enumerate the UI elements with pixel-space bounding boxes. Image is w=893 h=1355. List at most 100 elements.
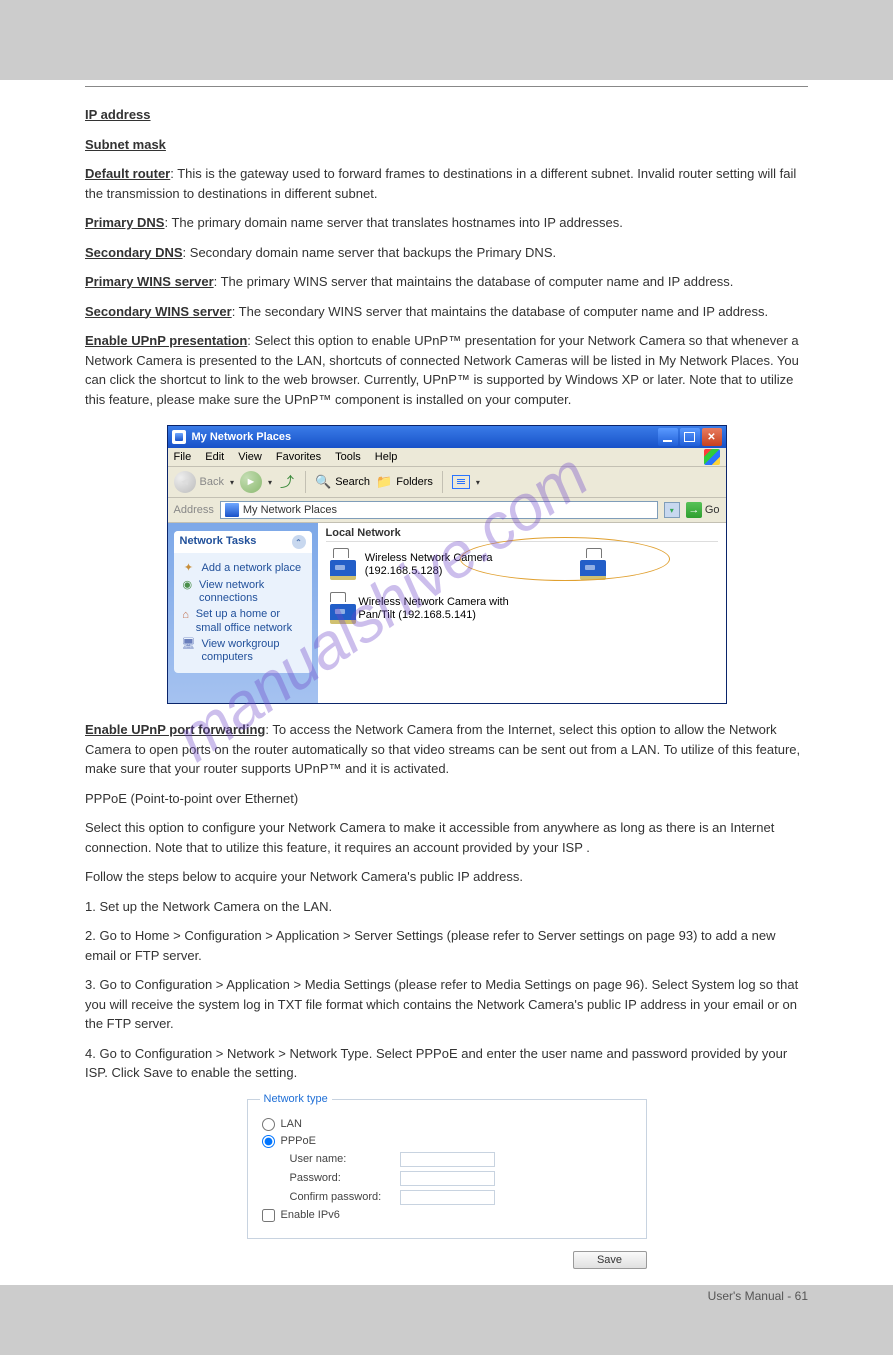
up-folder-icon: ⤴	[278, 473, 296, 491]
maximize-button[interactable]	[680, 428, 700, 446]
connections-icon: ◉	[182, 579, 194, 593]
enable-portfwd-line: Enable UPnP port forwarding: To access t…	[85, 720, 808, 779]
windows-logo-icon	[704, 449, 722, 467]
enable-upnp-line: Enable UPnP presentation: Select this op…	[85, 331, 808, 409]
menu-edit[interactable]: Edit	[205, 451, 224, 463]
address-value: My Network Places	[243, 504, 337, 516]
subnet-mask-label: Subnet mask	[85, 137, 166, 152]
back-caret-icon: ▾	[230, 478, 234, 487]
go-button[interactable]: → Go	[686, 502, 720, 518]
subnet-mask-line: Subnet mask	[85, 135, 808, 155]
primary-dns-desc: : The primary domain name server that tr…	[164, 215, 622, 230]
task-view-connections[interactable]: ◉ View network connections	[182, 579, 304, 605]
task-setup-network[interactable]: ⌂ Set up a home or small office network	[182, 608, 304, 634]
task-workgroup-label: View workgroup computers	[201, 638, 303, 664]
pppoe-heading: PPPoE (Point-to-point over Ethernet)	[85, 791, 298, 806]
password-input[interactable]	[400, 1171, 495, 1186]
task-pane: Network Tasks ⌃ ✦Add a network place ◉ Vi…	[168, 523, 318, 703]
primary-wins-label: Primary WINS server	[85, 274, 214, 289]
menu-favorites[interactable]: Favorites	[276, 451, 321, 463]
task-setup-label: Set up a home or small office network	[196, 608, 304, 634]
back-button[interactable]: ◄ Back ▾	[174, 471, 234, 493]
folder-icon: 📁	[376, 474, 392, 490]
up-button[interactable]: ⤴	[278, 473, 296, 491]
primary-dns-line: Primary DNS: The primary domain name ser…	[85, 213, 808, 233]
forward-button[interactable]: ► ▾	[240, 471, 272, 493]
confirm-password-input[interactable]	[400, 1190, 495, 1205]
confirm-password-row: Confirm password:	[262, 1190, 632, 1205]
camera-icon-2	[576, 548, 612, 582]
footer-band: User's Manual - 61	[0, 1285, 893, 1355]
pppoe-heading-line: PPPoE (Point-to-point over Ethernet)	[85, 789, 808, 809]
menu-tools[interactable]: Tools	[335, 451, 361, 463]
menu-file[interactable]: File	[174, 451, 192, 463]
ipv6-label: Enable IPv6	[281, 1209, 340, 1221]
camera-icon-3	[326, 592, 351, 626]
device-camera-2[interactable]: Wireless Network Camera with Pan/Tilt (1…	[326, 592, 546, 626]
forward-arrow-icon: ►	[240, 471, 262, 493]
secondary-dns-label: Secondary DNS	[85, 245, 183, 260]
task-add-label: Add a network place	[202, 562, 302, 576]
xp-addressbar: Address My Network Places ▾ → Go	[168, 498, 726, 523]
xp-window-title: My Network Places	[192, 431, 656, 443]
task-add-place[interactable]: ✦Add a network place	[182, 562, 304, 576]
xp-menubar: File Edit View Favorites Tools Help	[168, 448, 726, 467]
device-unlabeled[interactable]	[576, 548, 626, 582]
close-button[interactable]	[702, 428, 722, 446]
network-type-legend: Network type	[260, 1093, 332, 1105]
search-button[interactable]: 🔍 Search	[315, 474, 370, 490]
pppoe-step-1: 1. Set up the Network Camera on the LAN.	[85, 897, 808, 917]
task-workgroup[interactable]: 🖥View workgroup computers	[182, 638, 304, 664]
pppoe-steps-intro: Follow the steps below to acquire your N…	[85, 867, 808, 887]
home-network-icon: ⌂	[182, 608, 190, 622]
lan-radio[interactable]	[262, 1118, 275, 1131]
go-label: Go	[705, 504, 720, 516]
primary-wins-line: Primary WINS server: The primary WINS se…	[85, 272, 808, 292]
address-label: Address	[174, 504, 214, 516]
pppoe-desc: Select this option to configure your Net…	[85, 818, 808, 857]
views-button[interactable]: ▾	[452, 475, 480, 489]
pppoe-radio[interactable]	[262, 1135, 275, 1148]
folders-label: Folders	[396, 476, 433, 488]
address-dropdown-icon[interactable]: ▾	[664, 502, 680, 518]
ipv6-row[interactable]: Enable IPv6	[262, 1209, 632, 1222]
collapse-icon: ⌃	[292, 535, 306, 549]
xp-titlebar[interactable]: My Network Places	[168, 426, 726, 448]
enable-upnp-label: Enable UPnP presentation	[85, 333, 247, 348]
search-label: Search	[335, 476, 370, 488]
secondary-wins-desc: : The secondary WINS server that maintai…	[232, 304, 768, 319]
views-icon	[452, 475, 470, 489]
address-field[interactable]: My Network Places	[220, 501, 658, 519]
pppoe-step-4: 4. Go to Configuration > Network > Netwo…	[85, 1044, 808, 1083]
header-band	[0, 0, 893, 80]
secondary-dns-desc: : Secondary domain name server that back…	[183, 245, 557, 260]
footer-page-number: User's Manual - 61	[708, 1289, 808, 1303]
username-input[interactable]	[400, 1152, 495, 1167]
xp-toolbar: ◄ Back ▾ ► ▾ ⤴ 🔍 Search	[168, 467, 726, 498]
menu-view[interactable]: View	[238, 451, 262, 463]
views-caret-icon: ▾	[476, 478, 480, 487]
primary-dns-label: Primary DNS	[85, 215, 164, 230]
pppoe-step-3: 3. Go to Configuration > Application > M…	[85, 975, 808, 1034]
lan-label: LAN	[281, 1118, 302, 1130]
task-view-label: View network connections	[199, 579, 303, 605]
minimize-button[interactable]	[658, 428, 678, 446]
save-button[interactable]: Save	[573, 1251, 647, 1269]
pppoe-radio-row[interactable]: PPPoE	[262, 1135, 632, 1148]
secondary-wins-line: Secondary WINS server: The secondary WIN…	[85, 302, 808, 322]
ip-address-line: IP address	[85, 105, 808, 125]
device-camera-1[interactable]: Wireless Network Camera (192.168.5.128)	[326, 548, 546, 582]
network-type-fieldset: Network type LAN PPPoE User name: Passwo…	[247, 1099, 647, 1239]
menu-help[interactable]: Help	[375, 451, 398, 463]
main-pane: Local Network Wireless Network Camera (1…	[318, 523, 726, 703]
folders-button[interactable]: 📁 Folders	[376, 474, 433, 490]
default-router-desc: : This is the gateway used to forward fr…	[85, 166, 796, 201]
confirm-password-label: Confirm password:	[290, 1191, 400, 1203]
network-tasks-header[interactable]: Network Tasks ⌃	[174, 531, 312, 553]
username-row: User name:	[262, 1152, 632, 1167]
ipv6-checkbox[interactable]	[262, 1209, 275, 1222]
camera-icon	[326, 548, 357, 582]
network-tasks-box: Network Tasks ⌃ ✦Add a network place ◉ Vi…	[174, 531, 312, 673]
toolbar-separator-2	[442, 471, 443, 493]
lan-radio-row[interactable]: LAN	[262, 1118, 632, 1131]
